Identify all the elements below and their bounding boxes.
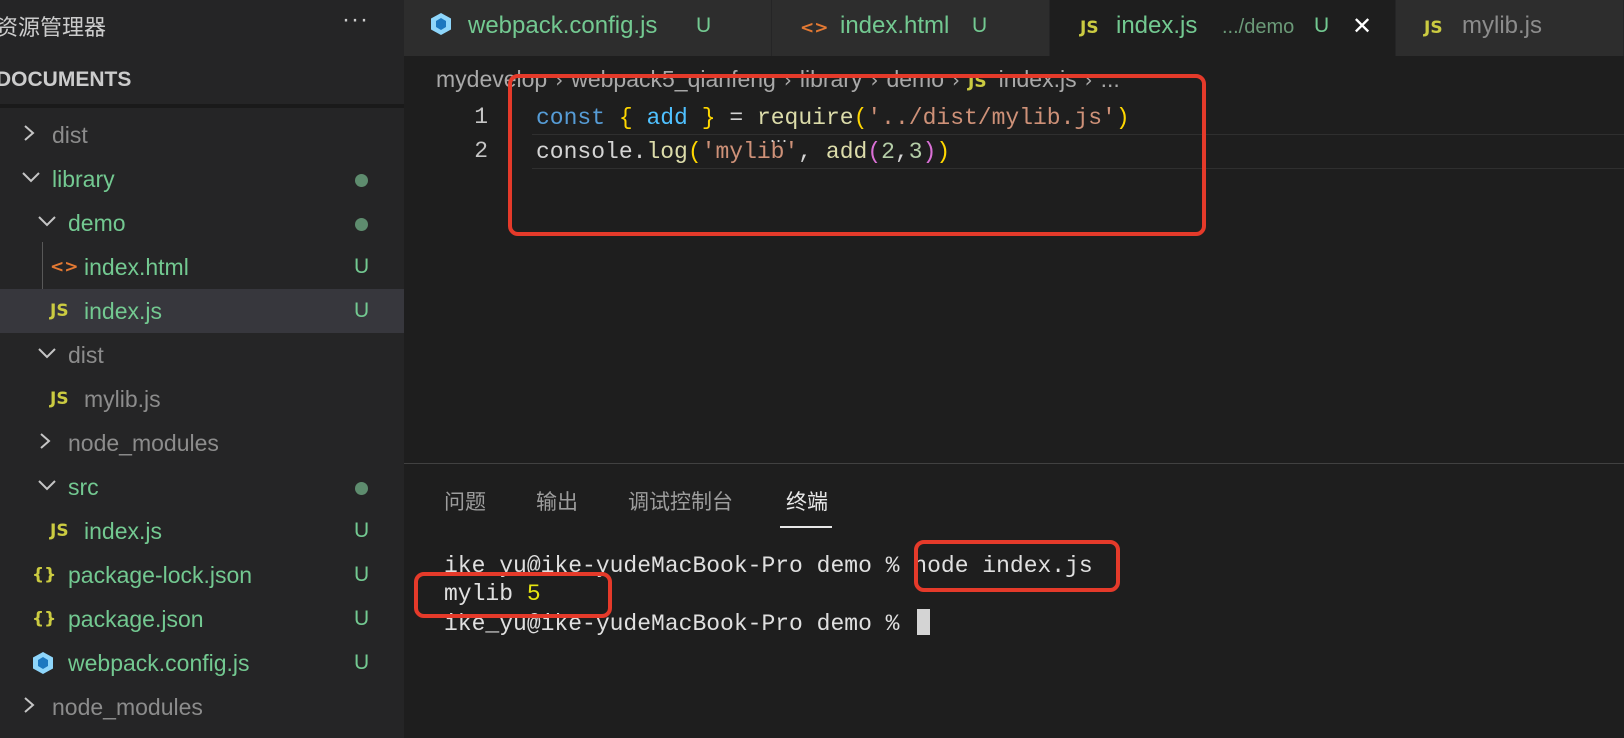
line-number: 1 xyxy=(474,104,488,130)
explorer-header: 资源管理器 ··· xyxy=(0,0,404,48)
tab-index-js[interactable]: JS index.js .../demo U ✕ xyxy=(1050,0,1396,56)
active-tab-indicator xyxy=(780,526,832,528)
line-number: 2 xyxy=(474,138,488,164)
tree-file-index-html[interactable]: <> index.html U xyxy=(0,245,404,289)
chevron-right-icon xyxy=(38,429,52,453)
tree-folder-library[interactable]: library xyxy=(0,157,404,201)
tree-item-label: webpack.config.js xyxy=(68,650,250,676)
js-file-icon: JS xyxy=(50,521,69,541)
tab-output[interactable]: 输出 xyxy=(536,486,578,516)
untracked-badge: U xyxy=(354,563,370,586)
tree-file-webpack-config-js[interactable]: webpack.config.js U xyxy=(0,641,404,685)
tree-item-label: dist xyxy=(52,122,88,148)
close-icon[interactable]: ✕ xyxy=(1352,12,1372,40)
tree-item-label: node_modules xyxy=(68,430,219,456)
chevron-down-icon xyxy=(20,165,42,189)
js-file-icon: JS xyxy=(50,389,69,409)
tree-item-label: src xyxy=(68,474,99,500)
tree-folder-demo[interactable]: demo xyxy=(0,201,404,245)
highlight-box-code xyxy=(508,74,1206,236)
untracked-badge: U xyxy=(1314,14,1330,37)
tree-file-mylib-js[interactable]: JS mylib.js xyxy=(0,377,404,421)
highlight-box-output xyxy=(414,572,612,618)
tab-label: index.js xyxy=(1116,12,1198,39)
tree-item-label: package.json xyxy=(68,606,204,632)
tab-label: mylib.js xyxy=(1462,12,1543,39)
json-file-icon: {} xyxy=(32,609,57,629)
tree-folder-dist[interactable]: dist xyxy=(0,333,404,377)
tree-file-package-json[interactable]: {} package.json U xyxy=(0,597,404,641)
tree-item-label: index.js xyxy=(84,298,162,324)
webpack-icon xyxy=(32,651,54,682)
tab-index-html[interactable]: <> index.html U xyxy=(772,0,1050,56)
webpack-icon xyxy=(430,12,452,43)
js-file-icon: JS xyxy=(1080,18,1099,38)
js-file-icon: JS xyxy=(1424,18,1443,38)
tree-item-label: mylib.js xyxy=(84,386,161,412)
tree-file-src-index-js[interactable]: JS index.js U xyxy=(0,509,404,553)
tree-item-label: library xyxy=(52,166,115,192)
tree-file-index-js[interactable]: JS index.js U xyxy=(0,289,404,333)
chevron-down-icon xyxy=(36,473,58,497)
tree-folder-dist[interactable]: dist xyxy=(0,113,404,157)
untracked-badge: U xyxy=(354,651,370,674)
html-file-icon: <> xyxy=(800,18,829,38)
chevron-right-icon xyxy=(22,693,36,717)
tree-item-label: package-lock.json xyxy=(68,562,253,588)
tab-problems[interactable]: 问题 xyxy=(444,486,486,516)
untracked-badge: U xyxy=(972,14,988,37)
untracked-badge: U xyxy=(354,519,370,542)
tree-item-label: dist xyxy=(68,342,104,368)
highlight-box-command xyxy=(914,540,1120,592)
editor-tab-bar: webpack.config.js U <> index.html U JS i… xyxy=(404,0,1624,56)
tree-folder-node-modules-root[interactable]: node_modules xyxy=(0,685,404,729)
tree-file-package-lock-json[interactable]: {} package-lock.json U xyxy=(0,553,404,597)
terminal-cursor xyxy=(917,609,931,635)
chevron-right-icon xyxy=(22,121,36,145)
tree-folder-src[interactable]: src xyxy=(0,465,404,509)
tree-item-label: node_modules xyxy=(52,694,203,720)
tree-folder-node-modules[interactable]: node_modules xyxy=(0,421,404,465)
chevron-down-icon xyxy=(36,341,58,365)
explorer-sidebar: 资源管理器 ··· DOCUMENTS dist library demo <>… xyxy=(0,0,404,738)
untracked-badge: U xyxy=(354,299,370,322)
explorer-title: 资源管理器 xyxy=(0,15,107,40)
modified-dot-icon xyxy=(355,482,368,495)
tab-label: webpack.config.js xyxy=(468,12,658,39)
tab-label: index.html xyxy=(840,12,950,39)
untracked-badge: U xyxy=(354,255,370,278)
json-file-icon: {} xyxy=(32,565,57,585)
tree-item-label: demo xyxy=(68,210,126,236)
untracked-badge: U xyxy=(354,607,370,630)
more-actions-icon[interactable]: ··· xyxy=(342,6,369,34)
tree-item-label: index.js xyxy=(84,518,162,544)
tab-description: .../demo xyxy=(1222,16,1295,38)
modified-dot-icon xyxy=(355,218,368,231)
js-file-icon: JS xyxy=(50,301,69,321)
tab-debug-console[interactable]: 调试控制台 xyxy=(628,486,733,516)
tab-mylib-js[interactable]: JS mylib.js xyxy=(1396,0,1624,56)
modified-dot-icon xyxy=(355,174,368,187)
html-file-icon: <> xyxy=(50,257,79,277)
chevron-down-icon xyxy=(36,209,58,233)
tree-item-label: index.html xyxy=(84,254,189,280)
scroll-shadow xyxy=(0,104,404,108)
untracked-badge: U xyxy=(696,14,712,37)
workspace-section-title[interactable]: DOCUMENTS xyxy=(0,68,131,92)
tab-webpack-config-js[interactable]: webpack.config.js U xyxy=(404,0,772,56)
tab-terminal[interactable]: 终端 xyxy=(786,486,828,516)
